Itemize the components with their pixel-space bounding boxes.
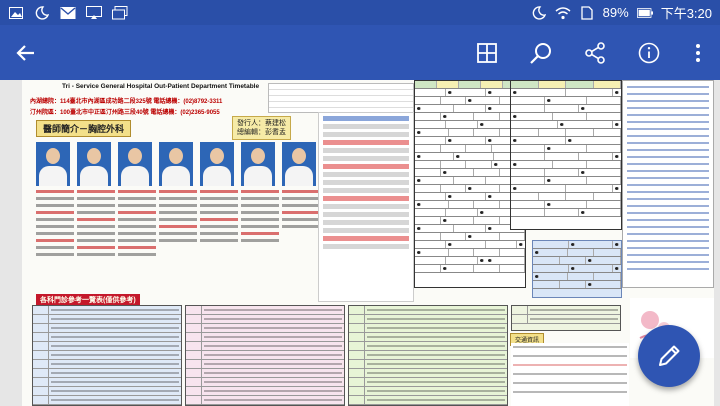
doctor-bio [200, 190, 238, 246]
more-vert-icon [696, 43, 700, 62]
edit-fab-button[interactable] [638, 325, 700, 387]
clock: 下午3:20 [660, 6, 712, 21]
calendar-table [268, 83, 414, 113]
grid-icon [477, 42, 497, 63]
status-right: 89% 下午3:20 [531, 3, 712, 22]
more-options-button[interactable] [676, 25, 720, 80]
fee-table-right [511, 305, 621, 331]
fee-table-blue [32, 305, 182, 406]
traffic-info-block [511, 343, 629, 406]
status-bar: 89% 下午3:20 [0, 0, 720, 25]
doctor-photo [282, 142, 316, 186]
info-button[interactable] [622, 25, 676, 80]
arrow-back-icon [16, 44, 34, 61]
status-left-icons [8, 5, 128, 20]
section-title: 醫師簡介－胸腔外科 [36, 120, 132, 137]
screen-icon [112, 5, 128, 20]
photo-icon [8, 6, 24, 20]
doctor-photo [200, 142, 234, 186]
doctor-bio [282, 190, 320, 232]
fee-table-pink [185, 305, 345, 406]
timetable-table-2 [510, 80, 622, 230]
schedule-mini-table [532, 240, 622, 298]
doctor-bio [36, 190, 74, 260]
share-icon [585, 41, 605, 64]
doctor-bio [241, 190, 279, 246]
cast-icon [86, 5, 102, 20]
battery-percent: 89% [602, 5, 629, 20]
doctor-photo [241, 142, 275, 186]
moon-notification-icon [34, 5, 50, 20]
doctor-photo [77, 142, 111, 186]
address-line-2: 汀州院區：100臺北市中正區汀州路三段40號 電話總機：(02)2365-905… [30, 110, 220, 116]
search-icon [530, 42, 551, 64]
schedule-notes-panel [318, 112, 414, 302]
publisher-line-2: 總編輯：彭耆孟 [237, 129, 286, 136]
notice-column [622, 80, 714, 288]
app-bar [0, 25, 720, 80]
wifi-icon [555, 6, 571, 20]
doctor-photo [159, 142, 193, 186]
doctor-bio [77, 190, 115, 260]
publisher-line-1: 發行人：蔡建松 [237, 120, 286, 127]
share-button[interactable] [568, 25, 622, 80]
fee-table-green [348, 305, 508, 406]
document-page[interactable]: Tri - Service General Hospital Out-Patie… [22, 80, 714, 406]
grid-view-button[interactable] [460, 25, 514, 80]
doctor-bio [159, 190, 197, 246]
doctor-bio [118, 190, 156, 260]
back-button[interactable] [0, 25, 52, 80]
info-icon [638, 42, 660, 63]
publisher-box: 發行人：蔡建松 總編輯：彭耆孟 [232, 116, 291, 140]
edit-pencil-icon [659, 345, 680, 366]
doctor-photo [36, 142, 70, 186]
document-title: Tri - Service General Hospital Out-Patie… [62, 83, 260, 90]
moon-icon [531, 5, 547, 20]
app-bar-actions [460, 25, 720, 80]
search-button[interactable] [514, 25, 568, 80]
sim-icon [579, 5, 595, 20]
doctor-photo [118, 142, 152, 186]
doctor-photos [36, 142, 316, 186]
mail-icon [60, 6, 76, 20]
document-viewport[interactable]: Tri - Service General Hospital Out-Patie… [0, 80, 720, 406]
address-line-1: 內湖總院：114臺北市內湖區成功路二段325號 電話總機：(02)8792-33… [30, 99, 223, 105]
battery-icon [636, 6, 653, 20]
